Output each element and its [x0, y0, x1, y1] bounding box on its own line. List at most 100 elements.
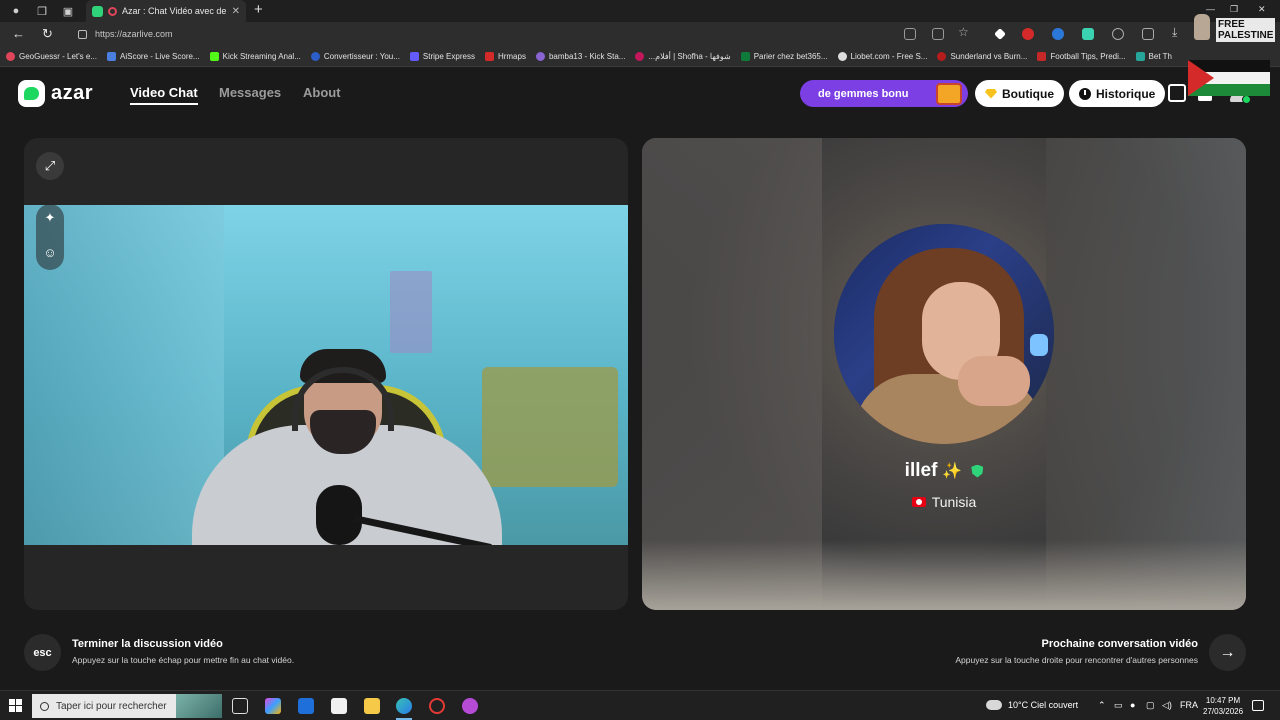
expand-icon[interactable]: ⤢	[36, 152, 64, 180]
extension-green-icon[interactable]	[1082, 28, 1094, 40]
discord-icon[interactable]	[462, 698, 478, 714]
sparkle-icon: ✨	[942, 463, 963, 480]
nav-video-chat[interactable]: Video Chat	[130, 85, 198, 105]
bookmark-item[interactable]: GeoGuessr - Let's e...	[6, 51, 97, 61]
bookmark-item[interactable]: AiScore - Live Score...	[107, 51, 200, 61]
taskbar-search-placeholder: Taper ici pour rechercher	[56, 700, 167, 712]
workspaces-icon[interactable]: ❐	[34, 3, 50, 19]
extension-red-icon[interactable]	[1022, 28, 1034, 40]
microphone-icon[interactable]: ●	[1130, 700, 1135, 710]
historique-button[interactable]: Historique	[1069, 80, 1166, 107]
free-palestine-overlay: FREE PALESTINE	[1188, 12, 1276, 96]
tunisia-flag-icon	[911, 497, 926, 507]
bookmark-item[interactable]: Sunderland vs Burn...	[937, 51, 1027, 61]
obs-icon[interactable]	[429, 698, 445, 714]
bookmark-item[interactable]: Hrmaps	[484, 51, 526, 61]
refresh-icon[interactable]: ↻	[42, 26, 53, 42]
taskbar-clock[interactable]: 10:47 PM 27/03/2026	[1203, 695, 1243, 717]
extension-diamond-icon[interactable]	[994, 28, 1006, 40]
bookmark-item[interactable]: ...أفلام | Shofha - شوفها	[635, 51, 731, 61]
bookmark-item[interactable]: Bet Th	[1135, 51, 1172, 61]
tab-azar[interactable]: Azar : Chat Vidéo avec de n ✕	[86, 0, 246, 22]
partner-video-panel: illef ✨ Tunisia	[642, 138, 1246, 610]
gems-promo-banner[interactable]: de gemmes bonu	[800, 80, 968, 107]
back-icon[interactable]: ←	[12, 26, 25, 41]
clock-icon	[1079, 87, 1091, 100]
bookmark-item[interactable]: Stripe Express	[409, 51, 475, 61]
end-chat-button[interactable]: esc	[24, 634, 61, 671]
profile-icon[interactable]: ●	[8, 3, 24, 19]
bookmark-item[interactable]: bamba13 - Kick Sta...	[535, 51, 625, 61]
azar-logo[interactable]: azar	[18, 80, 93, 107]
bookmark-item[interactable]: Convertisseur : You...	[310, 51, 400, 61]
bookmark-item[interactable]: Parier chez bet365...	[740, 51, 828, 61]
bookmarks-bar: GeoGuessr - Let's e... AiScore - Live Sc…	[0, 46, 1280, 67]
windows-taskbar: Taper ici pour rechercher 10°C Ciel couv…	[0, 690, 1280, 720]
apps-icon[interactable]	[932, 28, 944, 40]
sunderland-icon	[937, 51, 947, 61]
clock-date: 27/03/2026	[1203, 707, 1244, 716]
historique-label: Historique	[1096, 86, 1156, 101]
language-indicator[interactable]: FRA	[1180, 700, 1198, 710]
store-icon[interactable]	[331, 698, 347, 714]
edge-icon[interactable]	[396, 698, 412, 714]
extensions-icon[interactable]	[1112, 28, 1124, 40]
end-chat-title: Terminer la discussion vidéo	[72, 638, 223, 650]
aiscore-icon	[107, 51, 117, 61]
network-icon[interactable]: ▭	[1114, 700, 1123, 711]
bookmark-item[interactable]: Liobet.com - Free S...	[837, 51, 927, 61]
bookmark-item[interactable]: Kick Streaming Anal...	[209, 51, 301, 61]
task-view-icon[interactable]	[232, 698, 248, 714]
partner-country-row: Tunisia	[642, 494, 1246, 510]
partner-name: illef	[904, 460, 938, 481]
file-explorer-icon[interactable]	[364, 698, 380, 714]
hrmaps-icon	[484, 51, 494, 61]
palestine-badge-text: FREE PALESTINE	[1216, 18, 1276, 42]
map-pin-icon	[6, 51, 15, 61]
tab-actions-icon[interactable]: ▣	[60, 3, 76, 19]
tray-chevron-icon[interactable]: ⌃	[1098, 700, 1106, 711]
sticker-icon[interactable]: ☺	[36, 238, 64, 266]
outlook-icon[interactable]	[298, 698, 314, 714]
address-bar-row: ← ↻ https://azarlive.com ☆ ⤓	[0, 22, 1280, 46]
cast-icon[interactable]	[904, 28, 916, 40]
recording-icon	[108, 6, 117, 16]
new-tab-button[interactable]: +	[254, 1, 263, 18]
gem-icon	[985, 88, 997, 99]
inbox-icon[interactable]	[1168, 84, 1186, 102]
weather-text[interactable]: 10°C Ciel couvert	[1008, 700, 1078, 710]
verified-shield-icon	[971, 464, 984, 478]
display-icon[interactable]: ▢	[1146, 700, 1155, 711]
taskbar-search[interactable]: Taper ici pour rechercher	[32, 694, 222, 718]
my-camera-feed	[24, 205, 628, 545]
url-field[interactable]: https://azarlive.com	[78, 25, 978, 43]
azar-favicon-icon	[92, 5, 103, 17]
partner-avatar	[834, 224, 1054, 444]
clock-time: 10:47 PM	[1205, 696, 1241, 705]
partner-country: Tunisia	[931, 494, 977, 510]
azar-logo-icon	[18, 80, 45, 107]
nav-about[interactable]: About	[303, 85, 341, 100]
copilot-icon[interactable]	[265, 698, 281, 714]
partner-name-row: illef ✨	[642, 460, 1246, 482]
download-icon[interactable]: ⤓	[1172, 25, 1184, 39]
next-chat-button[interactable]: →	[1209, 634, 1246, 671]
split-view-icon[interactable]	[1142, 28, 1154, 40]
search-icon	[40, 701, 49, 711]
star-icon[interactable]: ☆	[958, 25, 970, 39]
extension-blue-icon[interactable]	[1052, 28, 1064, 40]
nav-messages[interactable]: Messages	[219, 85, 281, 100]
kick-icon	[209, 51, 219, 61]
close-tab-icon[interactable]: ✕	[232, 6, 240, 17]
volume-icon[interactable]: ◁)	[1162, 700, 1172, 711]
boutique-label: Boutique	[1002, 86, 1054, 101]
palestine-flag-icon	[1188, 60, 1270, 96]
windows-start-icon[interactable]	[9, 699, 22, 712]
search-highlight-image	[176, 694, 222, 718]
next-chat-title: Prochaine conversation vidéo	[1041, 638, 1199, 650]
magic-wand-icon[interactable]: ✦	[36, 204, 64, 232]
notification-icon[interactable]	[1252, 700, 1264, 711]
bookmark-item[interactable]: Football Tips, Predi...	[1037, 51, 1126, 61]
browser-tab-bar: ● ❐ ▣ Azar : Chat Vidéo avec de n ✕ + — …	[0, 0, 1280, 22]
boutique-button[interactable]: Boutique	[975, 80, 1064, 107]
